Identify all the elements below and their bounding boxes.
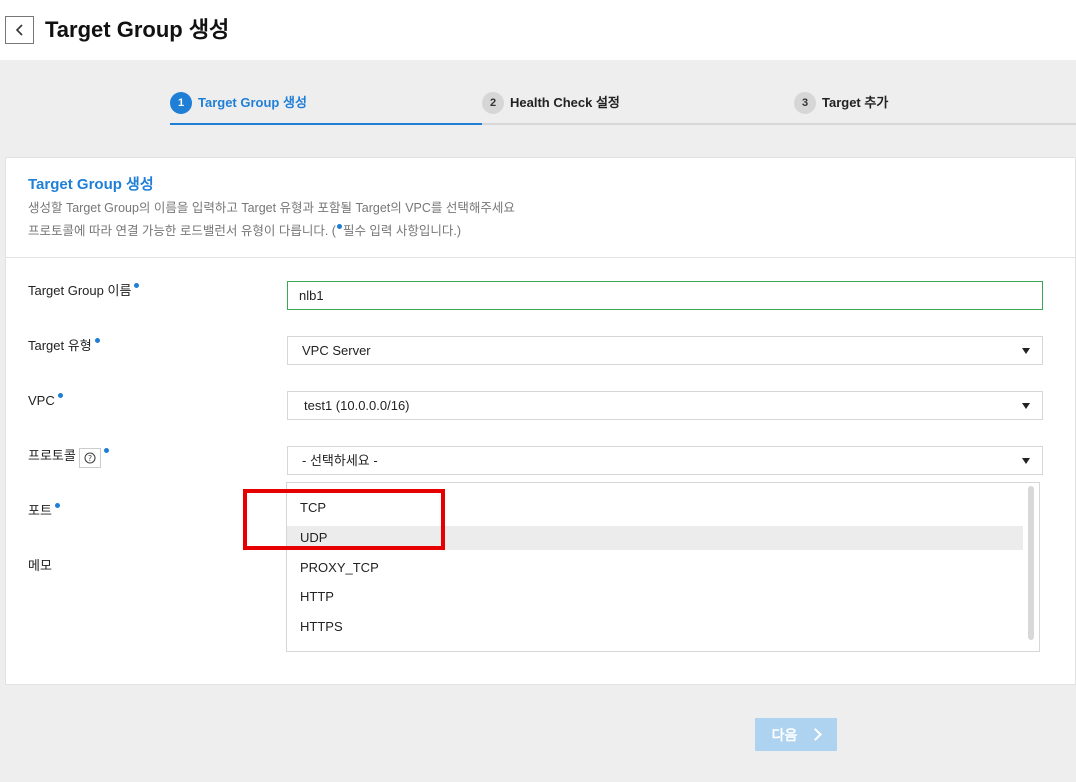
target-type-select[interactable]: VPC Server [287,336,1043,365]
protocol-option-proxy-tcp[interactable]: PROXY_TCP [287,556,1023,580]
vpc-select[interactable]: test1 (10.0.0.0/16) [287,391,1043,420]
chevron-right-icon [809,728,823,741]
step-1-label: Target Group 생성 [198,95,307,110]
step-progress-bar: 1 Target Group 생성 2 Health Check 설정 3 Ta… [170,92,1076,125]
required-dot-icon [54,503,60,508]
required-dot-icon [336,224,342,229]
next-button[interactable]: 다음 [755,718,837,751]
step-3-tab[interactable]: 3 Target 추가 [794,92,1076,125]
protocol-option-tcp[interactable]: TCP [287,496,1023,520]
protocol-label: 프로토콜? [28,448,110,468]
description-line-1: 생성할 Target Group의 이름을 입력하고 Target 유형과 포함… [28,201,515,215]
card-description: 생성할 Target Group의 이름을 입력하고 Target 유형과 포함… [28,197,1053,243]
name-label: Target Group 이름 [28,283,140,299]
required-dot-icon [94,338,100,343]
help-icon[interactable]: ? [78,448,101,468]
page-title: Target Group 생성 [45,17,230,42]
description-line-2-end: 필수 입력 사항입니다.) [342,224,462,238]
step-3-number: 3 [794,92,816,114]
target-group-name-input[interactable] [287,281,1043,310]
protocol-select[interactable]: - 선택하세요 - [287,446,1043,475]
step-2-tab[interactable]: 2 Health Check 설정 [482,92,794,125]
step-2-number: 2 [482,92,504,114]
svg-text:?: ? [88,454,92,463]
target-type-label: Target 유형 [28,338,101,354]
vpc-label: VPC [28,393,64,409]
protocol-option-http[interactable]: HTTP [287,585,1023,609]
required-dot-icon [103,448,109,453]
step-3-label: Target 추가 [822,95,889,110]
description-line-2-start: 프로토콜에 따라 연결 가능한 로드밸런서 유형이 다릅니다. ( [28,224,336,238]
protocol-value: - 선택하세요 - [302,453,378,468]
port-label: 포트 [28,503,61,519]
step-1-tab[interactable]: 1 Target Group 생성 [170,92,482,125]
protocol-option-udp[interactable]: UDP [287,526,1023,550]
step-1-number: 1 [170,92,192,114]
target-type-value: VPC Server [302,343,371,358]
next-button-label: 다음 [771,726,798,743]
card-title: Target Group 생성 [28,176,154,193]
caret-down-icon [1022,458,1030,464]
memo-label: 메모 [28,558,52,573]
caret-down-icon [1022,403,1030,409]
dropdown-scrollbar[interactable] [1028,486,1034,640]
card-header: Target Group 생성 생성할 Target Group의 이름을 입력… [6,158,1075,258]
description-line-2: 프로토콜에 따라 연결 가능한 로드밸런서 유형이 다릅니다. ( 필수 입력 사… [28,220,1053,243]
required-dot-icon [134,283,140,288]
back-button[interactable] [5,16,34,44]
required-dot-icon [57,393,63,398]
step-2-label: Health Check 설정 [510,95,620,110]
protocol-option-https[interactable]: HTTPS [287,615,1023,639]
caret-down-icon [1022,348,1030,354]
vpc-value: test1 (10.0.0.0/16) [304,398,410,413]
top-bar: Target Group 생성 [0,0,1076,60]
chevron-left-icon [15,24,23,36]
protocol-dropdown-list[interactable]: TCP UDP PROXY_TCP HTTP HTTPS [286,482,1040,652]
